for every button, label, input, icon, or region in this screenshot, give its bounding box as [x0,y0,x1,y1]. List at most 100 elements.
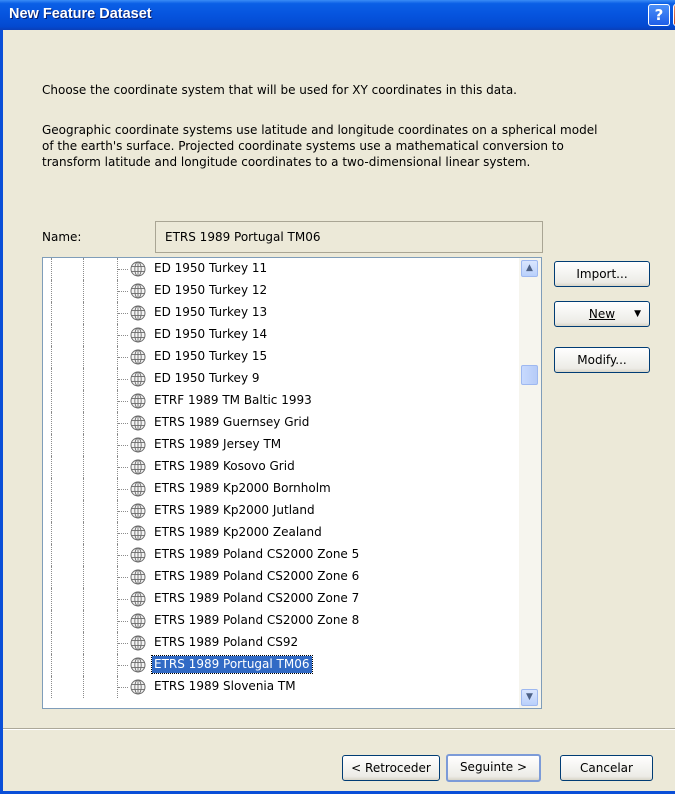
tree-item-label: ED 1950 Turkey 14 [154,327,268,341]
tree-branch-line [118,445,128,446]
globe-icon [130,591,146,607]
tree-item-label: ETRS 1989 Slovenia TM [154,679,296,693]
tree-guide-line [51,566,52,588]
globe-icon [130,547,146,563]
globe-icon [130,503,146,519]
title-bar[interactable]: New Feature Dataset ? ✕ [0,0,675,30]
tree-item-label: ETRS 1989 Kp2000 Zealand [154,525,322,539]
tree-branch-line [118,533,128,534]
tree-item-label: ETRS 1989 Portugal TM06 [151,655,313,674]
globe-icon [130,679,146,695]
name-field: ETRS 1989 Portugal TM06 [155,221,543,253]
tree-branch-line [118,665,128,666]
back-button[interactable]: < Retroceder [342,755,440,781]
cancel-button[interactable]: Cancelar [560,755,653,781]
globe-icon [130,569,146,585]
tree-guide-line [51,390,52,412]
tree-item[interactable]: ETRS 1989 Kp2000 Jutland [43,500,521,522]
help-button[interactable]: ? [648,4,670,26]
tree-item-label: ETRS 1989 Poland CS92 [154,635,299,649]
tree-guide-line [83,610,84,632]
tree-item[interactable]: ETRS 1989 Poland CS92 [43,632,521,654]
tree-guide-line [51,434,52,456]
next-button[interactable]: Seguinte > [446,754,541,782]
tree-guide-line [51,346,52,368]
new-feature-dataset-dialog: New Feature Dataset ? ✕ Choose the coord… [0,0,675,794]
tree-item-label: ED 1950 Turkey 11 [154,261,268,275]
globe-icon [130,635,146,651]
tree-guide-line [51,632,52,654]
tree-item[interactable]: ETRS 1989 Kp2000 Bornholm [43,478,521,500]
tree-item-label: ED 1950 Turkey 15 [154,349,268,363]
globe-icon [130,415,146,431]
tree-item-label: ETRS 1989 Poland CS2000 Zone 7 [154,591,360,605]
tree-item[interactable]: ETRS 1989 Slovenia TM [43,676,521,698]
tree-guide-line [51,522,52,544]
tree-guide-line [51,324,52,346]
chevron-down-icon: ▼ [634,309,641,319]
tree-item-label: ED 1950 Turkey 13 [154,305,268,319]
tree-item[interactable]: ED 1950 Turkey 11 [43,258,521,280]
modify-button[interactable]: Modify... [554,347,650,373]
tree-branch-line [118,335,128,336]
tree-item-label: ETRS 1989 Kosovo Grid [154,459,295,473]
tree-branch-line [118,313,128,314]
tree-guide-line [51,500,52,522]
scroll-up-icon[interactable]: ▲ [521,260,538,277]
tree-item[interactable]: ETRS 1989 Poland CS2000 Zone 8 [43,610,521,632]
tree-guide-line [83,588,84,610]
tree-branch-line [118,599,128,600]
tree-guide-line [51,610,52,632]
tree-item-label: ETRS 1989 Kp2000 Jutland [154,503,315,517]
description-line-1: Geographic coordinate systems use latitu… [42,123,598,137]
tree-item-label: ED 1950 Turkey 12 [154,283,268,297]
tree-item[interactable]: ED 1950 Turkey 13 [43,302,521,324]
tree-branch-line [118,687,128,688]
tree-guide-line [51,654,52,676]
globe-icon [130,327,146,343]
tree-item[interactable]: ED 1950 Turkey 12 [43,280,521,302]
tree-guide-line [51,544,52,566]
tree-guide-line [51,412,52,434]
import-button[interactable]: Import... [554,261,650,287]
tree-branch-line [118,357,128,358]
scroll-down-icon[interactable]: ▼ [521,689,538,706]
tree-item-label: ETRS 1989 Guernsey Grid [154,415,310,429]
tree-branch-line [118,555,128,556]
tree-item[interactable]: ETRS 1989 Poland CS2000 Zone 5 [43,544,521,566]
tree-item[interactable]: ETRS 1989 Kp2000 Zealand [43,522,521,544]
tree-item[interactable]: ETRS 1989 Portugal TM06 [43,654,521,676]
description-line-3: transform latitude and longitude coordin… [42,155,531,169]
new-button-label: New [588,307,616,321]
scroll-thumb[interactable] [521,365,538,385]
new-button[interactable]: New ▼ [554,301,650,327]
tree-item[interactable]: ED 1950 Turkey 15 [43,346,521,368]
globe-icon [130,349,146,365]
tree-item-label: ETRS 1989 Poland CS2000 Zone 5 [154,547,360,561]
intro-text: Choose the coordinate system that will b… [42,83,517,97]
tree-branch-line [118,489,128,490]
tree-item[interactable]: ED 1950 Turkey 9 [43,368,521,390]
tree-guide-line [51,456,52,478]
globe-icon [130,613,146,629]
coordinate-system-tree[interactable]: ED 1950 Turkey 11 ED 1950 Turkey 12 ED 195… [42,257,542,709]
tree-item[interactable]: ETRS 1989 Jersey TM [43,434,521,456]
tree-item[interactable]: ETRF 1989 TM Baltic 1993 [43,390,521,412]
tree-item[interactable]: ETRS 1989 Poland CS2000 Zone 6 [43,566,521,588]
tree-item-label: ETRS 1989 Poland CS2000 Zone 6 [154,569,360,583]
tree-guide-line [83,478,84,500]
globe-icon [130,393,146,409]
tree-branch-line [118,423,128,424]
tree-item[interactable]: ETRS 1989 Poland CS2000 Zone 7 [43,588,521,610]
tree-guide-line [51,588,52,610]
tree-item[interactable]: ETRS 1989 Guernsey Grid [43,412,521,434]
tree-guide-line [83,522,84,544]
globe-icon [130,437,146,453]
tree-branch-line [118,401,128,402]
tree-branch-line [118,643,128,644]
tree-guide-line [51,258,52,280]
tree-item[interactable]: ED 1950 Turkey 14 [43,324,521,346]
vertical-scrollbar[interactable]: ▲ ▼ [519,258,541,708]
tree-item[interactable]: ETRS 1989 Kosovo Grid [43,456,521,478]
tree-guide-line [83,456,84,478]
